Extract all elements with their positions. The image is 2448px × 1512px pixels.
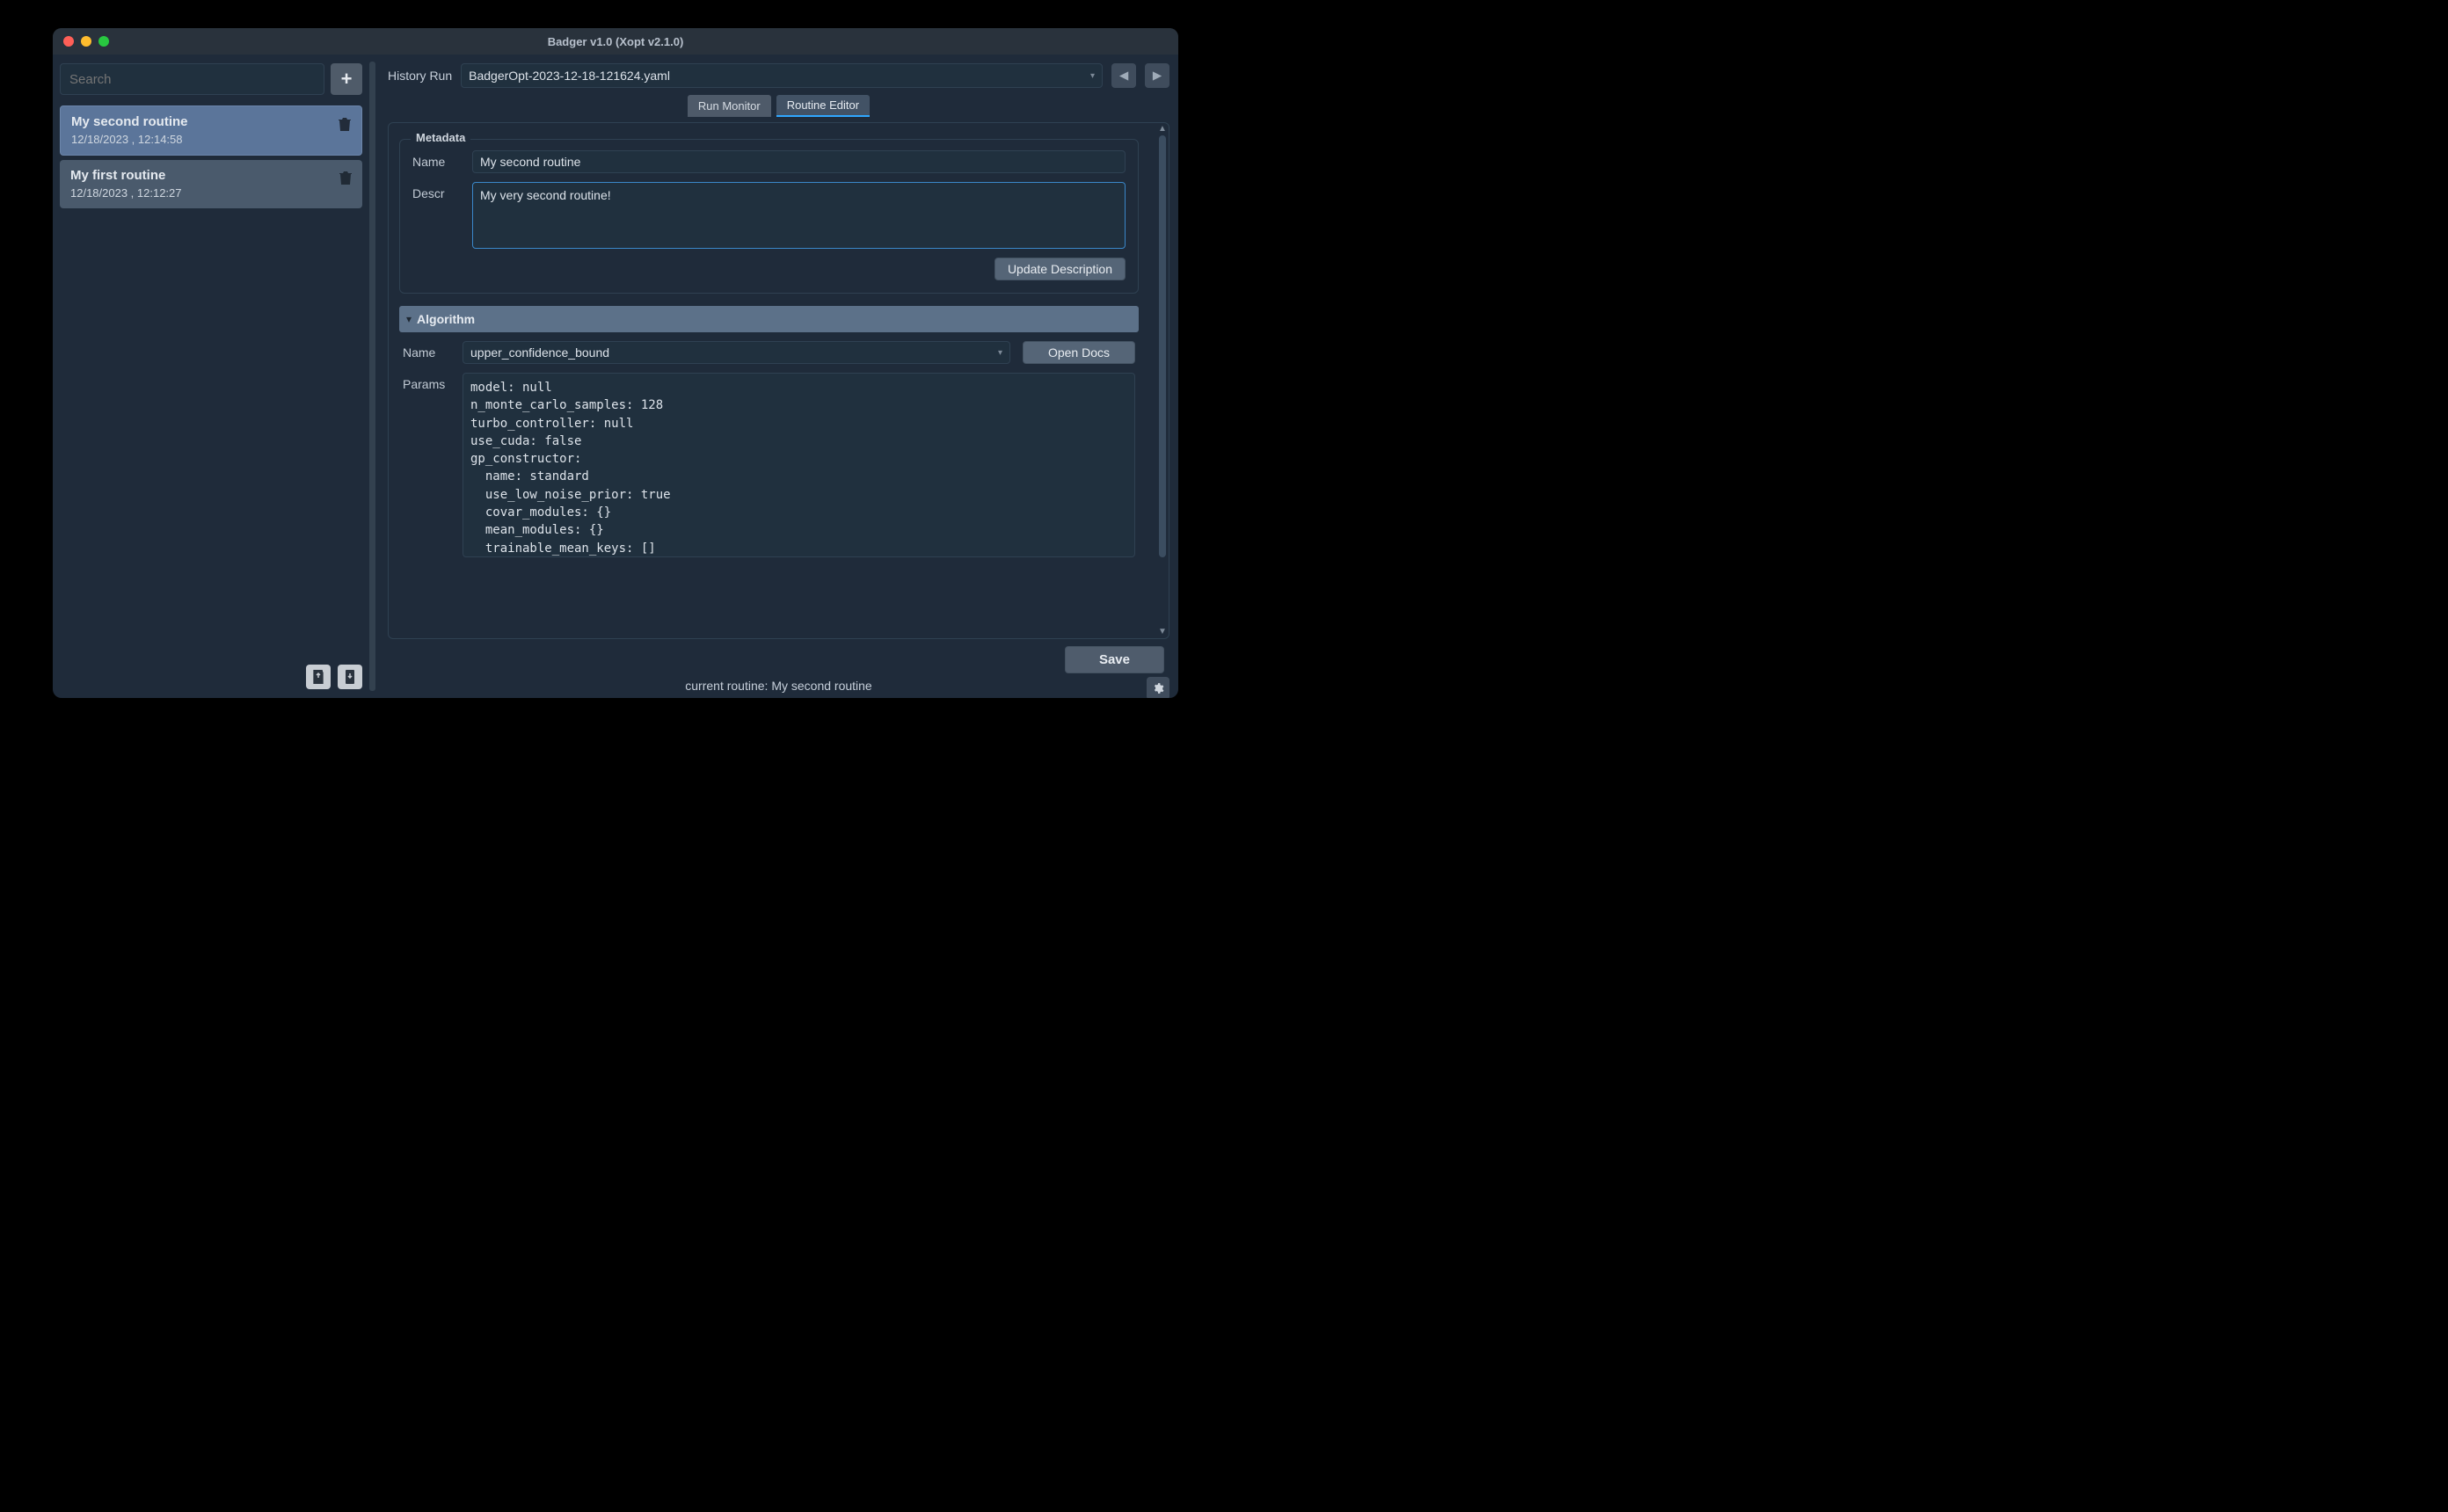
chevron-down-icon: ▾ xyxy=(406,313,412,325)
algorithm-title: Algorithm xyxy=(417,312,475,326)
algorithm-body: Name upper_confidence_bound ▾ Open Docs … xyxy=(399,332,1139,557)
trash-icon[interactable] xyxy=(339,171,352,185)
chevron-down-icon: ▾ xyxy=(998,348,1002,358)
import-button[interactable] xyxy=(338,665,362,689)
scroll-thumb[interactable] xyxy=(1159,135,1166,557)
window-title: Badger v1.0 (Xopt v2.1.0) xyxy=(53,35,1178,48)
open-docs-button[interactable]: Open Docs xyxy=(1023,341,1135,364)
export-button[interactable] xyxy=(306,665,331,689)
algorithm-section-header[interactable]: ▾ Algorithm xyxy=(399,306,1139,332)
descr-label: Descr xyxy=(412,182,460,200)
update-description-button[interactable]: Update Description xyxy=(994,258,1126,280)
split-divider[interactable] xyxy=(369,62,375,691)
plus-icon: + xyxy=(341,68,353,91)
metadata-group: Metadata Name Descr My very second routi… xyxy=(399,139,1139,294)
scroll-up-icon[interactable]: ▲ xyxy=(1158,125,1167,134)
routine-editor-panel: Metadata Name Descr My very second routi… xyxy=(388,122,1169,639)
chevron-down-icon: ▾ xyxy=(1090,71,1095,81)
file-export-icon xyxy=(312,670,324,684)
search-input[interactable] xyxy=(60,63,324,95)
routine-descr-input[interactable]: My very second routine! xyxy=(472,182,1126,249)
history-run-value: BadgerOpt-2023-12-18-121624.yaml xyxy=(469,69,670,83)
scroll-down-icon[interactable]: ▼ xyxy=(1158,628,1167,636)
routine-item[interactable]: My first routine 12/18/2023 , 12:12:27 xyxy=(60,160,362,208)
algorithm-select-value: upper_confidence_bound xyxy=(470,345,609,360)
routine-date: 12/18/2023 , 12:14:58 xyxy=(71,133,188,146)
algorithm-params-text[interactable]: model: null n_monte_carlo_samples: 128 t… xyxy=(463,373,1135,557)
routine-name: My second routine xyxy=(71,114,188,129)
routine-item[interactable]: My second routine 12/18/2023 , 12:14:58 xyxy=(60,105,362,156)
gear-icon xyxy=(1152,682,1164,694)
routine-date: 12/18/2023 , 12:12:27 xyxy=(70,186,182,200)
name-label: Name xyxy=(412,150,460,169)
editor-scrollbar[interactable]: ▲ ▼ xyxy=(1156,123,1169,638)
app-window: Badger v1.0 (Xopt v2.1.0) + My second ro… xyxy=(53,28,1178,698)
chevron-right-icon: ▶ xyxy=(1153,69,1162,83)
save-button[interactable]: Save xyxy=(1065,646,1164,673)
algo-name-label: Name xyxy=(403,341,450,360)
history-prev-button[interactable]: ◀ xyxy=(1111,63,1136,88)
app-body: + My second routine 12/18/2023 , 12:14:5… xyxy=(53,55,1178,698)
tab-routine-editor[interactable]: Routine Editor xyxy=(776,95,870,117)
history-next-button[interactable]: ▶ xyxy=(1145,63,1169,88)
file-import-icon xyxy=(344,670,356,684)
chevron-left-icon: ◀ xyxy=(1119,69,1128,83)
settings-button[interactable] xyxy=(1147,677,1169,698)
main-tabs: Run Monitor Routine Editor xyxy=(388,95,1169,117)
add-routine-button[interactable]: + xyxy=(331,63,362,95)
titlebar: Badger v1.0 (Xopt v2.1.0) xyxy=(53,28,1178,55)
history-run-label: History Run xyxy=(388,69,452,83)
status-bar: current routine: My second routine xyxy=(685,679,871,693)
trash-icon[interactable] xyxy=(339,118,351,132)
sidebar: + My second routine 12/18/2023 , 12:14:5… xyxy=(53,55,369,698)
metadata-legend: Metadata xyxy=(411,131,470,144)
main-panel: History Run BadgerOpt-2023-12-18-121624.… xyxy=(375,55,1178,698)
algorithm-select[interactable]: upper_confidence_bound ▾ xyxy=(463,341,1010,364)
routine-name-input[interactable] xyxy=(472,150,1126,173)
routine-list: My second routine 12/18/2023 , 12:14:58 … xyxy=(60,105,362,658)
routine-name: My first routine xyxy=(70,168,182,183)
history-run-select[interactable]: BadgerOpt-2023-12-18-121624.yaml ▾ xyxy=(461,63,1103,88)
tab-run-monitor[interactable]: Run Monitor xyxy=(688,95,771,117)
algo-params-label: Params xyxy=(403,373,450,391)
